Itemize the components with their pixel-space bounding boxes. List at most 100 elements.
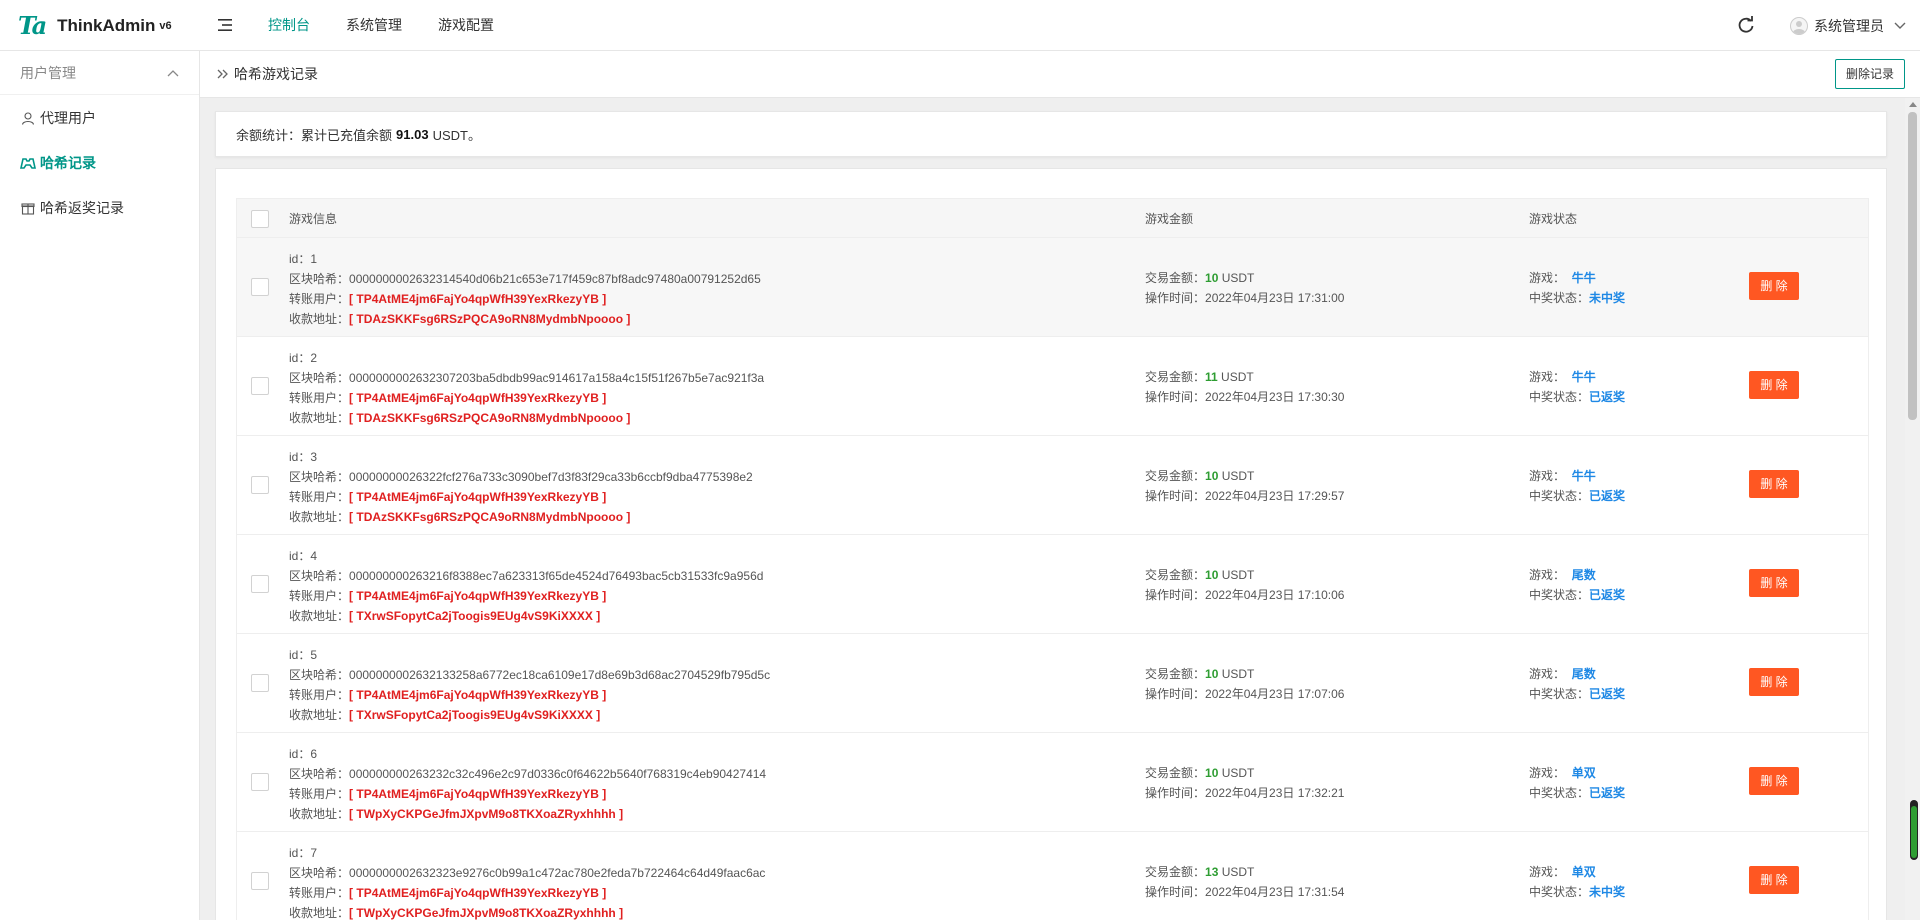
delete-row-button[interactable]: 删 除 <box>1749 866 1799 894</box>
id-label: id： <box>289 252 311 266</box>
from-address: TP4AtME4jm6FajYo4qpWfH39YexRkezyYB <box>356 490 599 504</box>
from-label: 转账用户： <box>289 589 350 603</box>
amount-line: 交易金额：11 USDT <box>1145 367 1344 387</box>
to-address: TXrwSFopytCa2jToogis9EUg4vS9KiXXXX <box>356 708 593 722</box>
info-from-line: 转账用户：[ TP4AtME4jm6FajYo4qpWfH39YexRkezyY… <box>289 883 765 903</box>
id-label: id： <box>289 648 311 662</box>
logo-mark: Ta <box>18 11 47 40</box>
info-hash-line: 区块哈希：000000000263216f8388ec7a623313f65de… <box>289 566 763 586</box>
game-type: 牛牛 <box>1571 370 1596 384</box>
operation-time: 2022年04月23日 17:29:57 <box>1205 489 1345 503</box>
info-to-line: 收款地址：[ TDAzSKKFsg6RSzPQCA9oRN8MydmbNpooo… <box>289 309 761 329</box>
bracket-close: ] <box>598 490 607 504</box>
game-line: 游戏： 牛牛 <box>1529 466 1625 486</box>
nav-system[interactable]: 系统管理 <box>328 0 420 51</box>
block-hash: 00000000026322fcf276a733c3090bef7d3f83f2… <box>349 470 753 484</box>
prize-status: 已返奖 <box>1589 687 1626 701</box>
row-checkbox[interactable] <box>251 476 269 494</box>
logo[interactable]: Ta ThinkAdmin v6 <box>18 0 172 51</box>
row-checkbox[interactable] <box>251 674 269 692</box>
game-label: 游戏： <box>1529 865 1566 879</box>
amount-label: 交易金额： <box>1145 766 1206 780</box>
menu-fold-icon[interactable] <box>216 16 236 34</box>
operation-time: 2022年04月23日 17:07:06 <box>1205 687 1345 701</box>
prize-label: 中奖状态： <box>1529 885 1590 899</box>
prize-line: 中奖状态：已返奖 <box>1529 783 1625 803</box>
row-checkbox[interactable] <box>251 377 269 395</box>
delete-row-button[interactable]: 删 除 <box>1749 767 1799 795</box>
chevron-down-icon <box>1894 22 1906 29</box>
user-menu[interactable]: 系统管理员 <box>1790 0 1906 51</box>
row-checkbox[interactable] <box>251 872 269 890</box>
refresh-icon[interactable] <box>1735 14 1757 36</box>
prize-label: 中奖状态： <box>1529 390 1590 404</box>
row-checkbox[interactable] <box>251 575 269 593</box>
row-checkbox[interactable] <box>251 278 269 296</box>
gift-icon <box>20 200 36 216</box>
game-amount-cell: 交易金额：10 USDT 操作时间：2022年04月23日 17:31:00 <box>1145 268 1344 308</box>
prize-line: 中奖状态：已返奖 <box>1529 486 1625 506</box>
prize-line: 中奖状态：已返奖 <box>1529 387 1625 407</box>
info-hash-line: 区块哈希：000000000263232c32c496e2c97d0336c0f… <box>289 764 766 784</box>
block-hash: 000000000263232c32c496e2c97d0336c0f64622… <box>349 767 767 781</box>
user-icon <box>20 110 36 126</box>
sidebar-item-hash-records[interactable]: 哈希记录 <box>0 140 199 185</box>
bracket-close: ] <box>598 688 607 702</box>
time-label: 操作时间： <box>1145 588 1206 602</box>
to-address: TXrwSFopytCa2jToogis9EUg4vS9KiXXXX <box>356 609 593 623</box>
delete-records-button[interactable]: 删除记录 <box>1834 59 1905 89</box>
sidebar-item-hash-rewards[interactable]: 哈希返奖记录 <box>0 185 199 230</box>
game-label: 游戏： <box>1529 766 1566 780</box>
amount-unit: USDT <box>1221 667 1255 681</box>
hash-label: 区块哈希： <box>289 767 350 781</box>
amount-value: 10 <box>1205 469 1219 483</box>
game-label: 游戏： <box>1529 667 1566 681</box>
to-label: 收款地址： <box>289 312 350 326</box>
to-label: 收款地址： <box>289 411 350 425</box>
amount-label: 交易金额： <box>1145 469 1206 483</box>
game-status-cell: 游戏： 牛牛 中奖状态：已返奖 <box>1529 367 1625 407</box>
game-type: 单双 <box>1571 766 1596 780</box>
nav-game-config[interactable]: 游戏配置 <box>420 0 512 51</box>
bracket-close: ] <box>598 886 607 900</box>
delete-row-button[interactable]: 删 除 <box>1749 470 1799 498</box>
to-label: 收款地址： <box>289 906 350 920</box>
game-info-cell: id：6 区块哈希：000000000263232c32c496e2c97d033… <box>289 744 766 824</box>
sidebar-item-agents[interactable]: 代理用户 <box>0 95 199 140</box>
delete-row-button[interactable]: 删 除 <box>1749 668 1799 696</box>
amount-line: 交易金额：10 USDT <box>1145 565 1344 585</box>
table-body: id：1 区块哈希：0000000002632314540d06b21c653e7… <box>236 238 1869 920</box>
sidebar: 用户管理 代理用户 哈希记录 哈希返奖记录 <box>0 51 200 920</box>
delete-row-button[interactable]: 删 除 <box>1749 569 1799 597</box>
scrollbar-thumb[interactable] <box>1908 112 1917 420</box>
row-checkbox[interactable] <box>251 773 269 791</box>
block-hash: 000000000263216f8388ec7a623313f65de4524d… <box>349 569 764 583</box>
amount-unit: USDT <box>1221 766 1255 780</box>
scroll-up-arrow-icon[interactable] <box>1909 102 1917 107</box>
balance-stats: 余额统计：累计已充值余额 91.03 USDT。 <box>215 111 1887 157</box>
page-scrollbar[interactable] <box>1905 98 1920 920</box>
info-id-line: id：7 <box>289 843 765 863</box>
info-from-line: 转账用户：[ TP4AtME4jm6FajYo4qpWfH39YexRkezyY… <box>289 685 770 705</box>
from-address: TP4AtME4jm6FajYo4qpWfH39YexRkezyYB <box>356 589 599 603</box>
bracket-close: ] <box>598 292 607 306</box>
time-label: 操作时间： <box>1145 687 1206 701</box>
stats-suffix: USDT。 <box>432 127 481 143</box>
nav-dashboard[interactable]: 控制台 <box>250 0 328 51</box>
amount-line: 交易金额：10 USDT <box>1145 664 1344 684</box>
amount-unit: USDT <box>1221 568 1255 582</box>
amount-line: 交易金额：13 USDT <box>1145 862 1344 882</box>
time-line: 操作时间：2022年04月23日 17:31:54 <box>1145 882 1344 902</box>
select-all-checkbox[interactable] <box>251 210 269 228</box>
delete-row-button[interactable]: 删 除 <box>1749 272 1799 300</box>
game-info-cell: id：3 区块哈希：00000000026322fcf276a733c3090be… <box>289 447 753 527</box>
time-line: 操作时间：2022年04月23日 17:29:57 <box>1145 486 1344 506</box>
game-line: 游戏： 尾数 <box>1529 565 1625 585</box>
delete-row-button[interactable]: 删 除 <box>1749 371 1799 399</box>
game-info-cell: id：7 区块哈希：0000000002632323e9276c0b99a1c47… <box>289 843 765 920</box>
sidebar-group-users[interactable]: 用户管理 <box>0 51 199 95</box>
game-line: 游戏： 牛牛 <box>1529 268 1625 288</box>
game-line: 游戏： 单双 <box>1529 862 1625 882</box>
table-row: id：2 区块哈希：0000000002632307203ba5dbdb99ac9… <box>236 337 1869 436</box>
amount-unit: USDT <box>1221 370 1254 384</box>
